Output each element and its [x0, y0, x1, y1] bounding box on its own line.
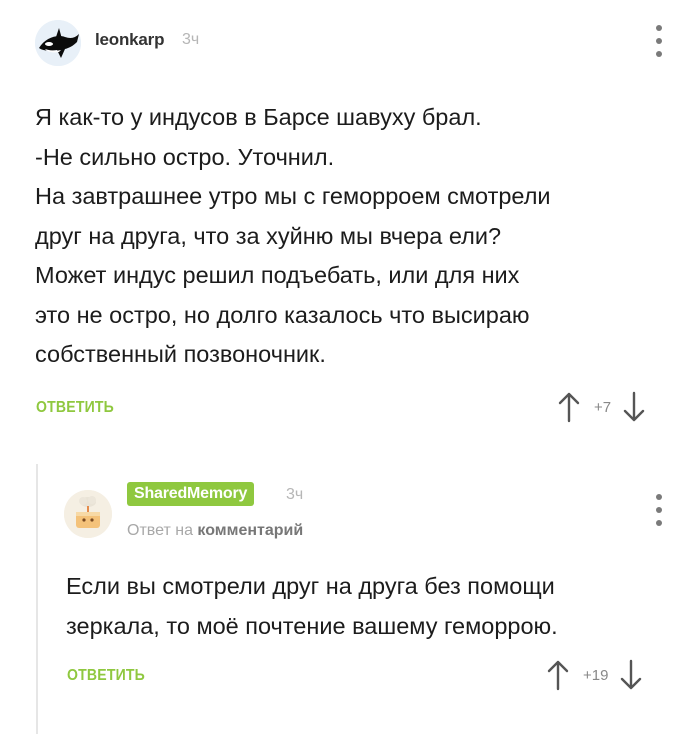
comment-line: Я как-то у индусов в Барсе шавуху брал. [35, 104, 482, 130]
comment-line: Может индус решил подъебать, или для них [35, 262, 520, 288]
thread-line[interactable] [36, 464, 38, 734]
comment-time: 3ч [182, 31, 200, 48]
comment-body: Я как-то у индусов в Барсе шавуху брал. … [35, 98, 551, 375]
reply-to-prefix: Ответ на [127, 522, 193, 539]
reply-button[interactable]: ОТВЕТИТЬ [67, 667, 145, 685]
rating-count: +19 [583, 666, 609, 684]
comment-line: это не остро, но долго казалось что выси… [35, 301, 530, 328]
comment-line: собственный позвоночник. [35, 341, 326, 367]
arrow-down-icon[interactable] [620, 659, 642, 691]
user-avatar[interactable] [64, 490, 112, 538]
more-options-icon[interactable] [653, 25, 665, 57]
user-avatar[interactable] [35, 20, 81, 66]
comment-line: На завтрашнее утро мы с геморроем смотре… [35, 183, 551, 209]
comment-line: Если вы смотрели друг на друга без помощ… [66, 573, 555, 599]
comment-line: -Не сильно остро. Уточнил. [35, 143, 335, 170]
comment-line: зеркала, то моё почтение вашему геморрою… [66, 612, 558, 639]
username-badge[interactable]: SharedMemory [127, 482, 255, 506]
reply-to-link[interactable]: комментарий [197, 522, 303, 539]
reply-button[interactable]: ОТВЕТИТЬ [36, 399, 114, 417]
arrow-up-icon[interactable] [547, 659, 569, 691]
vote-controls: +19 [547, 659, 642, 691]
rating-count: +7 [594, 398, 612, 416]
arrow-down-icon[interactable] [623, 391, 645, 423]
reply-to-info: Ответ на комментарий [127, 522, 303, 540]
vote-controls: +7 [558, 391, 645, 423]
comment-body: Если вы смотрели друг на друга без помощ… [66, 567, 558, 646]
username[interactable]: leonkarp [95, 30, 164, 50]
cake-avatar-icon [64, 490, 112, 538]
comment-line: друг на друга, что за хуйню мы вчера ели… [35, 222, 502, 249]
more-options-icon[interactable] [653, 494, 665, 526]
orca-avatar-icon [35, 20, 81, 66]
arrow-up-icon[interactable] [558, 391, 580, 423]
comment-time: 3ч [286, 486, 304, 503]
